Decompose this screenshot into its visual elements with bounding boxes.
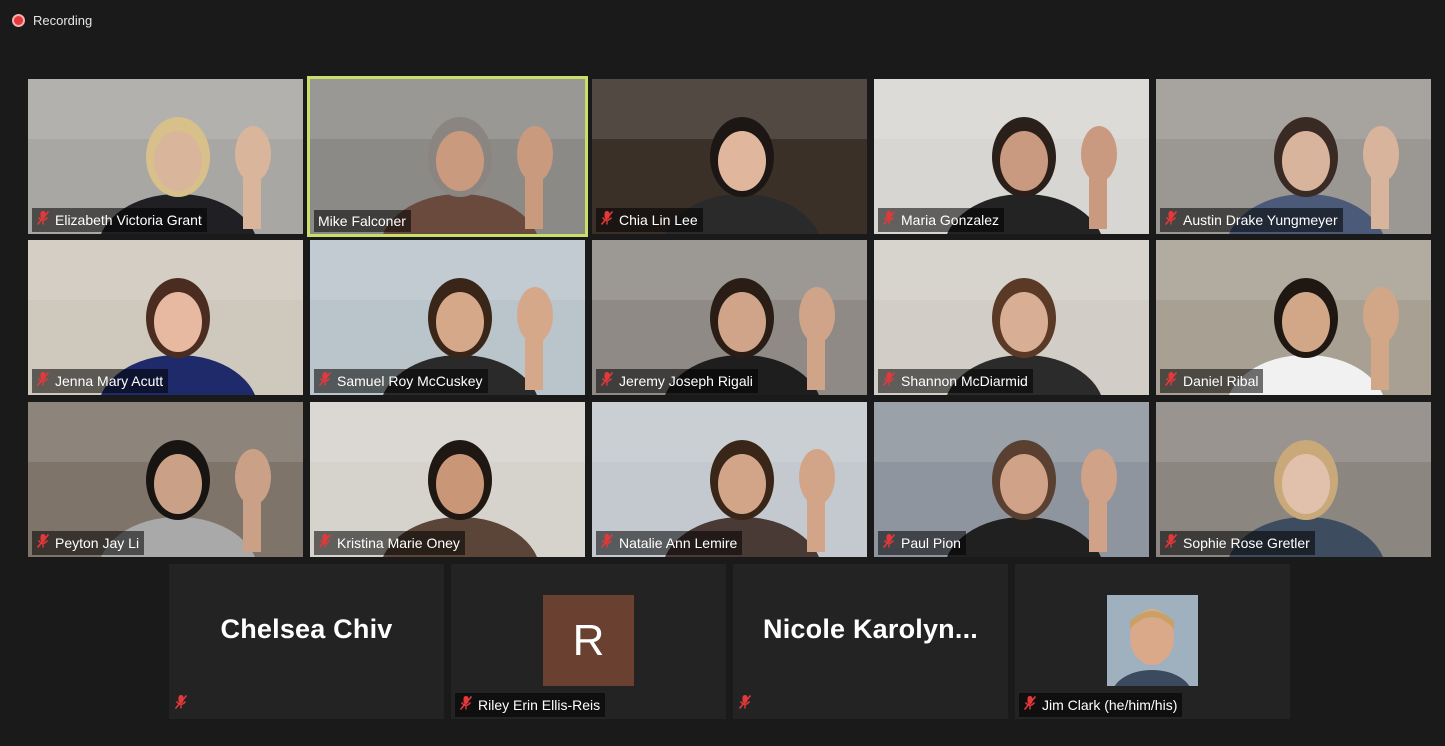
participant-name-tag: Kristina Marie Oney [314,531,465,555]
mic-muted-icon [1023,695,1037,715]
participant-name: Austin Drake Yungmeyer [1183,212,1338,228]
participant-tile[interactable]: Daniel Ribal [1156,240,1431,395]
participant-name: Jeremy Joseph Rigali [619,373,753,389]
participant-name: Sophie Rose Gretler [1183,535,1310,551]
mic-muted-icon [600,533,614,553]
mic-muted-icon [1164,210,1178,230]
mic-muted-icon [36,210,50,230]
participant-tile[interactable]: Shannon McDiarmid [874,240,1149,395]
participant-name-tag: Riley Erin Ellis-Reis [455,693,606,717]
participant-name: Chia Lin Lee [619,212,698,228]
participant-name: Jim Clark (he/him/his) [1042,697,1178,713]
participant-tile[interactable]: Jenna Mary Acutt [28,240,303,395]
mic-muted-icon [600,371,614,391]
participant-name-tag: Daniel Ribal [1160,369,1264,393]
participant-name-tag: Jeremy Joseph Rigali [596,369,758,393]
participant-tile[interactable]: Paul Pion [874,402,1149,557]
participant-tile[interactable]: Nicole Karolyn... [733,564,1008,719]
mic-muted-icon [1164,533,1178,553]
participant-name: Elizabeth Victoria Grant [55,212,202,228]
participant-name: Mike Falconer [318,213,406,229]
participant-name: Riley Erin Ellis-Reis [478,697,601,713]
participant-tile[interactable]: Chelsea Chiv [169,564,444,719]
participant-tile[interactable]: R Riley Erin Ellis-Reis [451,564,726,719]
video-grid: Elizabeth Victoria Grant Mike Falconer C… [0,0,1445,746]
participant-name: Daniel Ribal [1183,373,1259,389]
participant-name: Jenna Mary Acutt [55,373,164,389]
participant-name-tag: Shannon McDiarmid [878,369,1033,393]
participant-name-tag: Sophie Rose Gretler [1160,531,1315,555]
participant-name-tag: Mike Falconer [314,210,411,232]
mic-muted-icon [1164,371,1178,391]
mic-muted-icon [36,533,50,553]
participant-name: Paul Pion [901,535,961,551]
participant-name-tag: Maria Gonzalez [878,208,1005,232]
participant-name-tag: Chia Lin Lee [596,208,703,232]
participant-name-tag: Jim Clark (he/him/his) [1019,693,1183,717]
mic-muted-icon [738,694,752,715]
participant-name-tag: Natalie Ann Lemire [596,531,743,555]
mic-muted-icon [318,371,332,391]
avatar-initial: R [543,595,634,686]
participant-name: Natalie Ann Lemire [619,535,738,551]
participant-name: Shannon McDiarmid [901,373,1028,389]
participant-name: Peyton Jay Li [55,535,140,551]
participant-tile[interactable]: Kristina Marie Oney [310,402,585,557]
participant-name-tag: Jenna Mary Acutt [32,369,169,393]
mic-muted-icon [36,371,50,391]
avatar-photo [1107,595,1198,686]
participant-tile[interactable]: Samuel Roy McCuskey [310,240,585,395]
participant-tile[interactable]: Jim Clark (he/him/his) [1015,564,1290,719]
participant-tile[interactable]: Austin Drake Yungmeyer [1156,79,1431,234]
participant-tile[interactable]: Elizabeth Victoria Grant [28,79,303,234]
participant-name-tag: Austin Drake Yungmeyer [1160,208,1343,232]
participant-name-tag: Peyton Jay Li [32,531,145,555]
participant-tile[interactable]: Sophie Rose Gretler [1156,402,1431,557]
participant-tile[interactable]: Natalie Ann Lemire [592,402,867,557]
mic-muted-icon [318,533,332,553]
participant-tile[interactable]: Chia Lin Lee [592,79,867,234]
mic-muted-icon [459,695,473,715]
participant-name: Maria Gonzalez [901,212,1000,228]
mic-muted-icon [882,210,896,230]
mic-muted-icon [882,371,896,391]
participant-name: Samuel Roy McCuskey [337,373,483,389]
participant-tile[interactable]: Mike Falconer [307,76,588,237]
participant-display-name: Nicole Karolyn... [763,614,978,644]
mic-muted-icon [174,694,188,715]
participant-display-name: Chelsea Chiv [220,614,393,644]
mic-muted-icon [882,533,896,553]
participant-name-tag: Elizabeth Victoria Grant [32,208,207,232]
participant-name-tag: Samuel Roy McCuskey [314,369,488,393]
mic-muted-icon [600,210,614,230]
participant-name-tag: Paul Pion [878,531,966,555]
participant-name: Kristina Marie Oney [337,535,460,551]
participant-tile[interactable]: Jeremy Joseph Rigali [592,240,867,395]
participant-tile[interactable]: Peyton Jay Li [28,402,303,557]
participant-tile[interactable]: Maria Gonzalez [874,79,1149,234]
